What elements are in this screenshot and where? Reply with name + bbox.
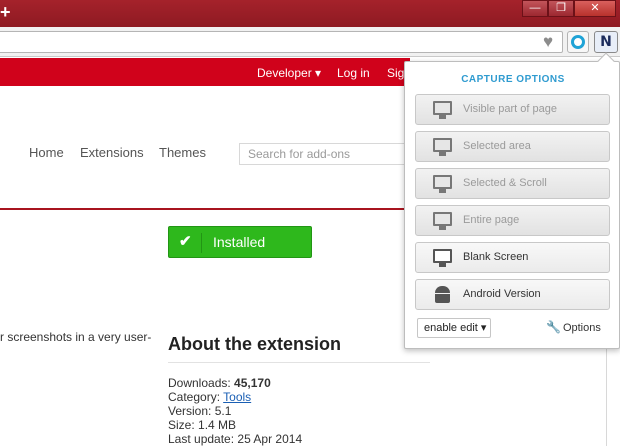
category-row: Category: Tools: [168, 390, 252, 404]
last-update-row: Last update: 25 Apr 2014: [168, 432, 303, 446]
maximize-button[interactable]: ❐: [548, 0, 574, 17]
monitor-icon: [433, 249, 452, 267]
nav-home[interactable]: Home: [29, 145, 64, 160]
selected-area-button[interactable]: Selected area: [415, 131, 610, 162]
sidebar-divider: [606, 348, 607, 446]
blank-screen-button[interactable]: Blank Screen: [415, 242, 610, 273]
capture-options-popup: CAPTURE OPTIONS Visible part of page Sel…: [404, 52, 620, 349]
login-link[interactable]: Log in: [337, 58, 370, 88]
wrench-icon: 🔧: [546, 320, 561, 334]
header-divider: [0, 208, 410, 210]
downloads-row: Downloads: 45,170: [168, 376, 271, 390]
address-bar[interactable]: [0, 31, 563, 53]
edit-mode-select[interactable]: enable edit ▾: [417, 318, 491, 338]
visible-part-button[interactable]: Visible part of page: [415, 94, 610, 125]
circle-extension-icon[interactable]: [567, 31, 589, 53]
popup-title: CAPTURE OPTIONS: [461, 74, 565, 85]
capture-extension-icon[interactable]: N: [594, 31, 618, 53]
new-tab-button[interactable]: +: [0, 1, 14, 23]
downloads-value: 45,170: [234, 376, 271, 390]
monitor-icon: [433, 138, 452, 156]
signup-link[interactable]: Sig: [387, 58, 404, 88]
about-divider: [168, 362, 430, 363]
description-text: r screenshots in a very user-: [0, 330, 152, 344]
about-heading: About the extension: [168, 334, 342, 354]
installed-label: Installed: [213, 234, 266, 250]
options-link[interactable]: 🔧 Options: [546, 320, 601, 335]
monitor-icon: [433, 101, 452, 119]
developer-menu[interactable]: Developer ▾: [257, 58, 321, 88]
size-row: Size: 1.4 MB: [168, 418, 237, 432]
extension-details: Downloads: 45,170 Category: Tools Versio…: [168, 376, 302, 446]
minimize-button[interactable]: —: [522, 0, 548, 17]
window-titlebar: + — ❐ ✕: [0, 0, 620, 27]
top-nav-bar: Developer ▾ Log in Sig: [0, 58, 410, 86]
monitor-icon: [433, 212, 452, 230]
version-row: Version: 5.1: [168, 404, 232, 418]
entire-page-button[interactable]: Entire page: [415, 205, 610, 236]
nav-extensions[interactable]: Extensions: [80, 145, 144, 160]
android-icon: [435, 286, 450, 303]
android-version-button[interactable]: Android Version: [415, 279, 610, 310]
check-icon: ✔: [179, 233, 192, 250]
installed-button[interactable]: ✔ Installed: [168, 226, 312, 258]
search-input[interactable]: Search for add-ons: [239, 143, 414, 165]
selected-scroll-button[interactable]: Selected & Scroll: [415, 168, 610, 199]
heart-icon[interactable]: ♥: [537, 32, 559, 52]
browser-toolbar: ♥ N: [0, 27, 620, 57]
category-link[interactable]: Tools: [223, 390, 251, 404]
nav-themes[interactable]: Themes: [159, 145, 206, 160]
monitor-icon: [433, 175, 452, 193]
window-controls: — ❐ ✕: [522, 0, 616, 19]
close-button[interactable]: ✕: [574, 0, 616, 17]
